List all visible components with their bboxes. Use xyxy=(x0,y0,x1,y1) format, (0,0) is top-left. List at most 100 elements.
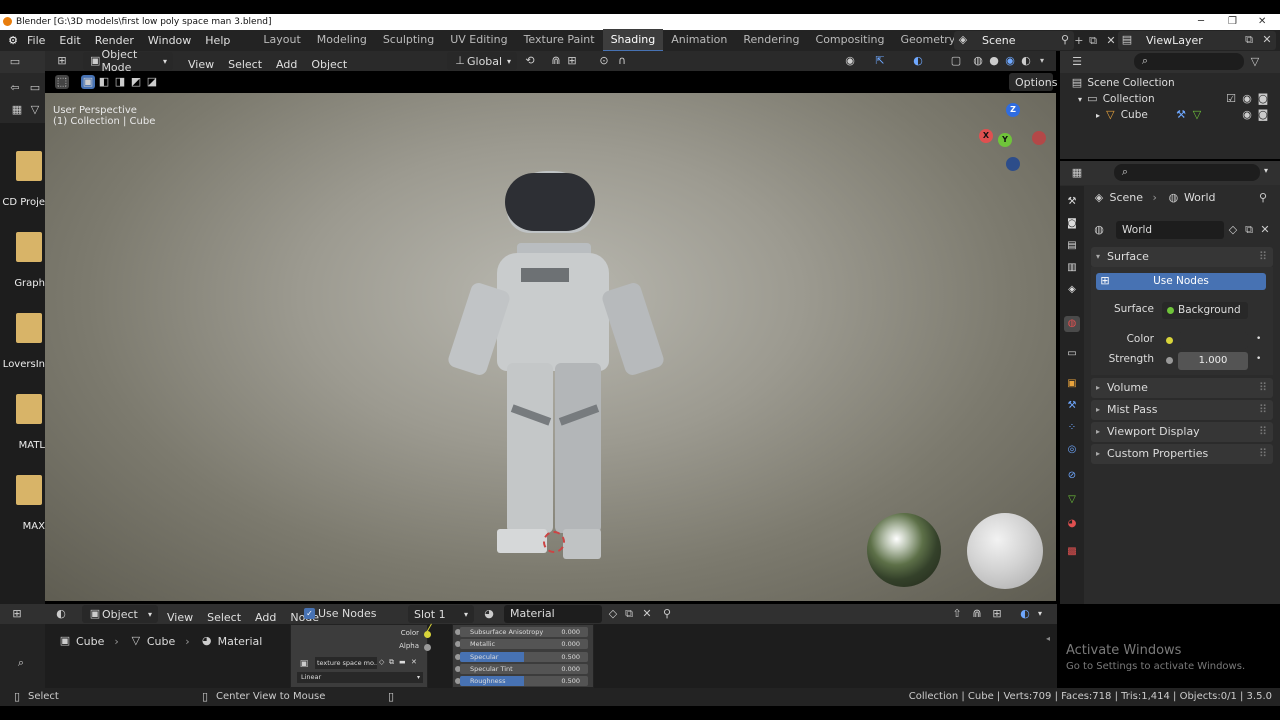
drag-handle-icon[interactable]: ⠿ xyxy=(1259,400,1267,420)
pivot-icon[interactable]: ⟲ xyxy=(523,54,537,68)
bsdf-socket-row[interactable]: Specular Tint 0.000 xyxy=(460,663,588,674)
tab-layout[interactable]: Layout xyxy=(255,29,308,52)
tab-animation[interactable]: Animation xyxy=(663,29,735,52)
folder-icon[interactable] xyxy=(16,313,42,343)
parent-dir-icon[interactable]: ▭ xyxy=(28,81,42,95)
wireframe-shading-icon[interactable]: ◍ xyxy=(971,54,985,68)
filter-icon[interactable]: ▽ xyxy=(1248,55,1262,69)
select-tool-icon[interactable]: ⬚ xyxy=(55,75,69,89)
render-camera-icon[interactable]: ◙ xyxy=(1256,108,1270,122)
keyframe-dot-icon[interactable]: • xyxy=(1256,354,1261,364)
transform-orientation-dropdown[interactable]: ⊥ Global ▾ xyxy=(447,52,517,70)
unlink-icon[interactable]: ✕ xyxy=(1258,223,1272,237)
overlay-toggle-icon[interactable]: ◐ xyxy=(911,54,925,68)
minimize-icon[interactable]: ─ xyxy=(1198,14,1204,30)
bsdf-socket-row[interactable]: Specular 0.500 xyxy=(460,651,588,662)
world-tab-icon[interactable]: ◍ xyxy=(1064,316,1080,332)
chevron-down-icon[interactable]: ▾ xyxy=(1264,166,1268,175)
solid-shading-icon[interactable]: ● xyxy=(987,54,1001,68)
tab-shading[interactable]: Shading xyxy=(602,29,664,52)
options-dropdown[interactable]: Options ▾ xyxy=(1009,73,1065,91)
tool-tab-icon[interactable]: ⚒ xyxy=(1064,194,1080,210)
gizmo-x-axis[interactable]: X xyxy=(979,129,993,143)
display-mode-icon[interactable]: ▦ xyxy=(10,103,24,117)
bsdf-socket-row[interactable]: Metallic 0.000 xyxy=(460,639,588,650)
shader-type-dropdown[interactable]: ▣ Object ▾ xyxy=(82,605,158,623)
gizmo-y-axis[interactable]: Y xyxy=(998,133,1012,147)
sidebar-toggle-icon[interactable]: ◂ xyxy=(1046,634,1050,643)
physics-tab-icon[interactable]: ◎ xyxy=(1064,442,1080,458)
falloff-icon[interactable]: ∩ xyxy=(615,54,629,68)
rendered-shading-icon[interactable]: ◐ xyxy=(1019,54,1033,68)
snap-target-icon[interactable]: ⊞ xyxy=(565,54,579,68)
use-nodes-button[interactable]: ⊞ Use Nodes xyxy=(1096,273,1266,290)
slot-dropdown[interactable]: Slot 1 ▾ xyxy=(408,605,474,623)
duplicate-scene-icon[interactable]: ⧉ xyxy=(1086,34,1100,48)
menu-help[interactable]: Help xyxy=(198,30,237,51)
gizmo-z-axis[interactable]: Z xyxy=(1006,103,1020,117)
panel-viewport-display[interactable]: ▸ Viewport Display ⠿ xyxy=(1091,422,1273,442)
select-box-icon[interactable]: ▣ xyxy=(81,75,95,89)
tab-texture-paint[interactable]: Texture Paint xyxy=(516,29,603,52)
properties-editor-icon[interactable]: ▦ xyxy=(1070,166,1084,180)
fake-user-shield-icon[interactable]: ◇ xyxy=(379,658,384,666)
select-subtract-icon[interactable]: ◨ xyxy=(113,75,127,89)
folder-label[interactable]: LoversIn xyxy=(0,359,45,370)
tab-modeling[interactable]: Modeling xyxy=(309,29,375,52)
editor-type-icon[interactable]: ⊞ xyxy=(10,607,24,621)
modifier-tab-icon[interactable]: ⚒ xyxy=(1064,398,1080,414)
editor-type-icon[interactable]: ▭ xyxy=(8,55,22,69)
menu-edit[interactable]: Edit xyxy=(52,30,87,51)
snap-icon[interactable]: ⋒ xyxy=(549,54,563,68)
node-editor-canvas[interactable]: ⌕ ▣ Cube › ▽ Cube › ◕ Material Color Alp… xyxy=(0,623,1057,688)
shader-type-icon[interactable]: ◐ xyxy=(54,607,68,621)
texture-tab-icon[interactable]: ▩ xyxy=(1064,544,1080,560)
tab-rendering[interactable]: Rendering xyxy=(735,29,807,52)
drag-handle-icon[interactable]: ⠿ xyxy=(1259,422,1267,442)
select-intersect-icon[interactable]: ◪ xyxy=(145,75,159,89)
pin-icon[interactable]: ⚲ xyxy=(660,607,674,621)
mesh-data-icon[interactable]: ▽ xyxy=(1190,108,1204,122)
tab-compositing[interactable]: Compositing xyxy=(808,29,893,52)
parent-node-tree-icon[interactable]: ⇧ xyxy=(950,607,964,621)
color-socket-icon[interactable] xyxy=(1166,337,1173,344)
outliner-editor-icon[interactable]: ☰ xyxy=(1070,55,1084,69)
back-arrow-icon[interactable]: ⇦ xyxy=(8,81,22,95)
pin-icon[interactable]: ⚲ xyxy=(1058,33,1072,47)
output-tab-icon[interactable]: ▤ xyxy=(1064,238,1080,254)
outliner-object-row[interactable]: ▸ ▽ Cube ⚒ ▽ ◉ ◙ xyxy=(1096,108,1276,122)
folder-icon[interactable] xyxy=(16,151,42,181)
remove-scene-icon[interactable]: ✕ xyxy=(1104,34,1118,48)
eye-icon[interactable]: ◉ xyxy=(1240,92,1254,106)
collection-tab-icon[interactable]: ▭ xyxy=(1064,346,1080,362)
filter-icon[interactable]: ▽ xyxy=(28,103,42,117)
folder-label[interactable]: CD Proje xyxy=(0,197,45,208)
expand-arrow-icon[interactable]: ▸ xyxy=(1096,111,1100,120)
editor-type-icon[interactable]: ⊞ xyxy=(55,54,69,68)
blender-menu-icon[interactable]: ⚙ xyxy=(6,34,20,48)
folder-label[interactable]: Graph xyxy=(0,278,45,289)
gizmo-neg-z-axis[interactable] xyxy=(1006,157,1020,171)
object-mode-dropdown[interactable]: ▣ Object Mode ▾ xyxy=(83,48,173,74)
render-camera-icon[interactable]: ◙ xyxy=(1256,92,1270,106)
unlink-icon[interactable]: ✕ xyxy=(411,658,417,666)
view-layer-tab-icon[interactable]: ▥ xyxy=(1064,260,1080,276)
outliner-root[interactable]: ▤ Scene Collection xyxy=(1070,76,1175,90)
folder-icon[interactable] xyxy=(16,232,42,262)
world-browse-icon[interactable]: ◍ xyxy=(1092,223,1106,237)
strength-socket-icon[interactable] xyxy=(1166,357,1173,364)
shading-options-icon[interactable]: ▾ xyxy=(1035,54,1049,68)
folder-label[interactable]: MATL xyxy=(0,440,45,451)
menu-file[interactable]: File xyxy=(20,30,52,51)
select-extend-icon[interactable]: ◧ xyxy=(97,75,111,89)
material-browse-icon[interactable]: ◕ xyxy=(482,607,496,621)
close-icon[interactable]: ✕ xyxy=(1258,14,1266,30)
drag-handle-icon[interactable]: ⠿ xyxy=(1259,444,1267,464)
snap-target-icon[interactable]: ⊞ xyxy=(990,607,1004,621)
image-name-field[interactable]: texture space mo... xyxy=(315,657,377,669)
3d-viewport[interactable]: User Perspective (1) Collection | Cube Z… xyxy=(45,93,1056,601)
open-folder-icon[interactable]: ▬ xyxy=(399,658,406,666)
new-world-icon[interactable]: ⧉ xyxy=(1242,223,1256,237)
modifier-wrench-icon[interactable]: ⚒ xyxy=(1174,108,1188,122)
particles-tab-icon[interactable]: ⁘ xyxy=(1064,420,1080,436)
